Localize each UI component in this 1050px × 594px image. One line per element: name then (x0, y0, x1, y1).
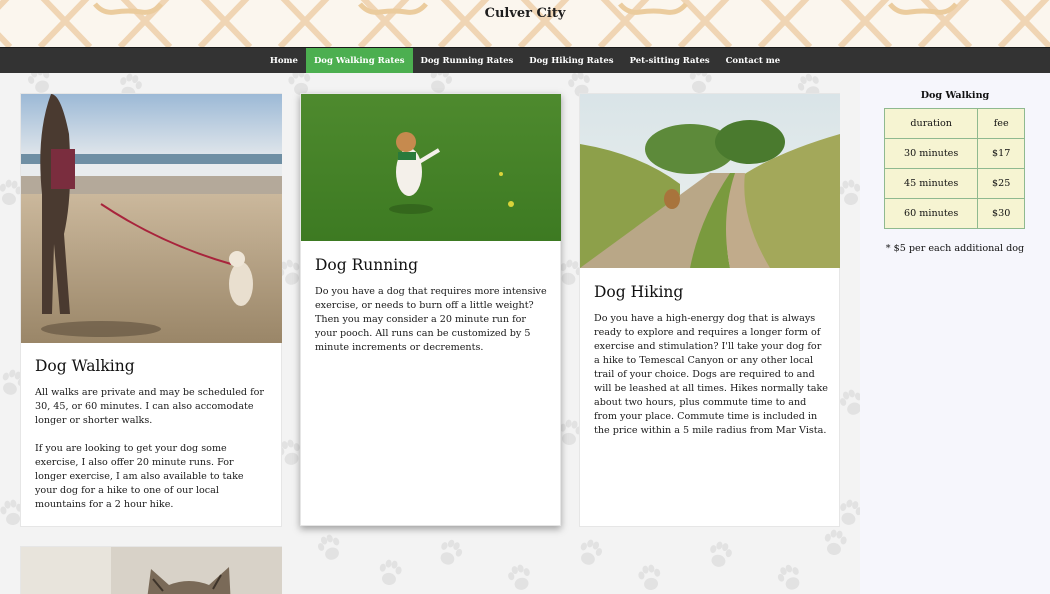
rate-duration: 30 minutes (883, 138, 979, 169)
site-header: Culver City (0, 0, 1050, 47)
rates-header-duration: duration (883, 108, 979, 139)
card-text-dog-running: Do you have a dog that requires more int… (315, 286, 547, 353)
table-row: 60 minutes $30 (883, 198, 1025, 229)
walking-paragraph-1: All walks are private and may be schedul… (35, 387, 265, 426)
rate-fee: $30 (977, 198, 1025, 229)
rates-sidebar: Dog Walking duration fee 30 minutes $17 … (860, 73, 1050, 594)
dog-walking-photo (21, 94, 282, 343)
table-row: 30 minutes $17 (883, 138, 1025, 169)
card-pet-sitting (20, 546, 282, 594)
main-nav: Home Dog Walking Rates Dog Running Rates… (0, 47, 1050, 74)
nav-dog-hiking-rates[interactable]: Dog Hiking Rates (521, 48, 621, 74)
walking-paragraph-2: If you are looking to get your dog some … (35, 443, 244, 510)
rate-fee: $17 (977, 138, 1025, 169)
table-row: 45 minutes $25 (883, 168, 1025, 199)
card-title-dog-running: Dog Running (315, 256, 419, 274)
nav-dog-walking-rates[interactable]: Dog Walking Rates (305, 48, 413, 74)
card-title-dog-walking: Dog Walking (35, 357, 135, 375)
card-dog-hiking: Dog Hiking Do you have a high-energy dog… (579, 93, 840, 527)
rate-duration: 45 minutes (883, 168, 979, 199)
card-text-dog-walking: All walks are private and may be schedul… (35, 386, 267, 512)
card-dog-walking: Dog Walking All walks are private and ma… (20, 93, 282, 527)
site-title: Culver City (484, 6, 566, 21)
rates-header-fee: fee (977, 108, 1025, 139)
cat-photo (21, 547, 282, 594)
nav-contact-me[interactable]: Contact me (718, 48, 789, 74)
dog-running-photo (301, 94, 561, 241)
nav-home[interactable]: Home (262, 48, 306, 74)
card-title-dog-hiking: Dog Hiking (594, 283, 684, 301)
rates-table: duration fee 30 minutes $17 45 minutes $… (883, 108, 1025, 229)
rates-caption: Dog Walking (920, 90, 990, 101)
rate-duration: 60 minutes (883, 198, 979, 229)
rate-fee: $25 (977, 168, 1025, 199)
nav-pet-sitting-rates[interactable]: Pet-sitting Rates (622, 48, 718, 74)
rates-header-row: duration fee (883, 108, 1025, 139)
nav-dog-running-rates[interactable]: Dog Running Rates (413, 48, 522, 74)
dog-hiking-photo (580, 94, 840, 268)
card-text-dog-hiking: Do you have a high-energy dog that is al… (594, 313, 828, 436)
rates-note: * $5 per each additional dog (885, 243, 1025, 254)
card-dog-running: Dog Running Do you have a dog that requi… (300, 93, 561, 526)
